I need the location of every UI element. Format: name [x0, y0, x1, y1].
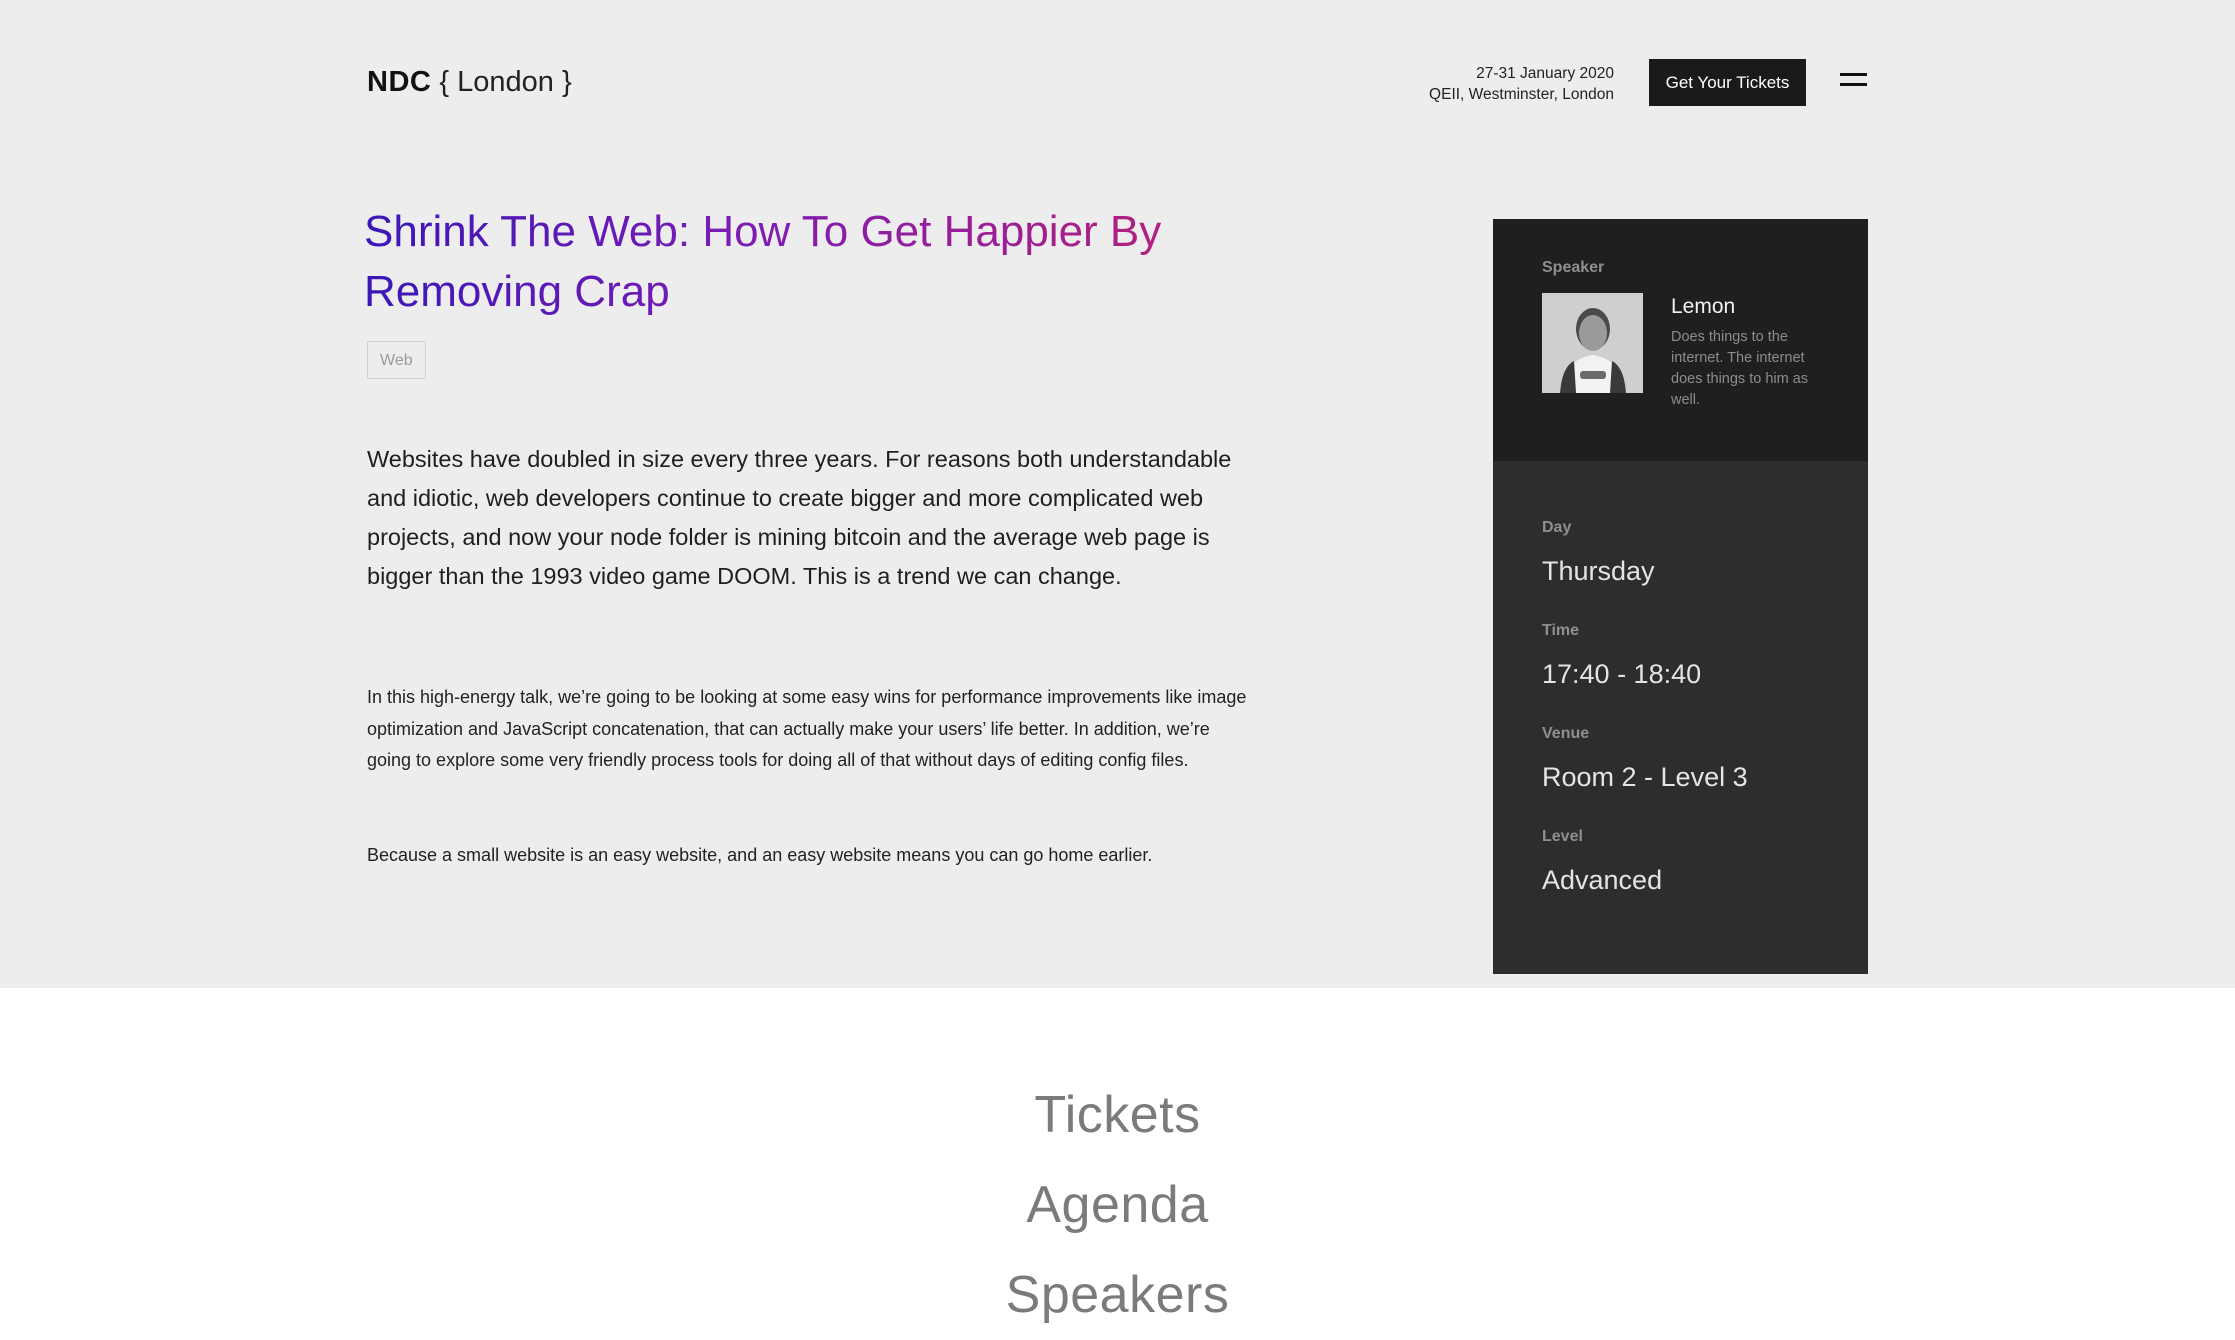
hamburger-menu-icon[interactable] [1840, 70, 1867, 92]
footer-nav: Tickets Agenda Speakers [0, 1070, 2235, 1340]
logo-city: { London } [439, 66, 572, 98]
talk-title: Shrink The Web: How To Get Happier By Re… [364, 202, 1164, 322]
speaker-photo [1542, 293, 1643, 393]
speaker-avatar[interactable] [1542, 293, 1643, 393]
speaker-bio: Does things to the internet. The interne… [1671, 329, 1809, 408]
site-logo[interactable]: NDC { London } [367, 66, 572, 99]
tag-web[interactable]: Web [367, 341, 426, 379]
talk-section: NDC { London } 27-31 January 2020 QEII, … [0, 0, 2235, 988]
nav-link-speakers[interactable]: Speakers [0, 1250, 2235, 1340]
talk-paragraph-2: Because a small website is an easy websi… [367, 845, 1153, 865]
talk-lead: Websites have doubled in size every thre… [367, 446, 1232, 589]
day-label: Day [1542, 519, 1572, 536]
speaker-label: Speaker [1542, 259, 1605, 276]
venue-value: Room 2 - Level 3 [1542, 762, 1748, 792]
event-info: 27-31 January 2020 QEII, Westminster, Lo… [1429, 63, 1614, 105]
time-value: 17:40 - 18:40 [1542, 659, 1702, 689]
time-label: Time [1542, 622, 1580, 639]
talk-paragraph-1: In this high-energy talk, we’re going to… [367, 687, 1247, 770]
speaker-name[interactable]: Lemon [1671, 295, 1735, 319]
event-location: QEII, Westminster, London [1429, 86, 1614, 103]
nav-link-agenda[interactable]: Agenda [0, 1160, 2235, 1250]
event-dates: 27-31 January 2020 [1476, 65, 1614, 82]
nav-link-tickets[interactable]: Tickets [0, 1070, 2235, 1160]
day-value: Thursday [1542, 556, 1655, 586]
talk-details-sidebar: Speaker Lemon Does things to the interne… [1493, 219, 1868, 974]
venue-label: Venue [1542, 725, 1590, 742]
level-label: Level [1542, 828, 1583, 845]
logo-brand: NDC [367, 66, 432, 98]
menu-bar-bottom [1840, 83, 1867, 86]
speaker-card: Speaker Lemon Does things to the interne… [1493, 219, 1868, 461]
menu-bar-top [1840, 73, 1867, 76]
level-value: Advanced [1542, 865, 1663, 895]
get-tickets-button[interactable]: Get Your Tickets [1649, 59, 1806, 106]
